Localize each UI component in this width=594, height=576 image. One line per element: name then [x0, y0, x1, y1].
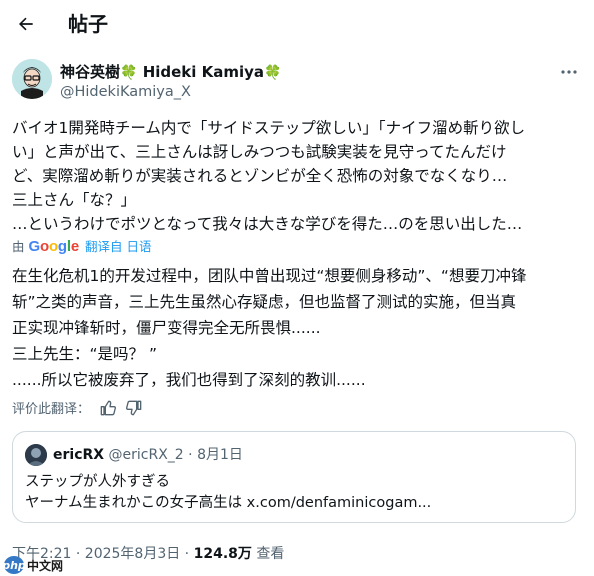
- thumbs-up-icon: [100, 400, 117, 415]
- page-title: 帖子: [68, 12, 108, 36]
- author-handle[interactable]: @HidekiKamiya_X: [60, 82, 191, 102]
- view-count: 124.8万: [193, 546, 252, 562]
- tweet-line: 正实现冲锋斩时，僵尸变得完全无所畏惧......: [12, 319, 321, 337]
- quote-text: ステップが人外すぎる ヤーナム生まれかこの女子高生は x.com/denfami…: [25, 472, 431, 514]
- author-name-ja: 神谷英樹: [60, 63, 121, 81]
- author-name[interactable]: 神谷英樹🍀 Hideki Kamiya🍀: [60, 62, 282, 83]
- quote-author-name: ericRX: [53, 447, 105, 463]
- quote-line: ヤーナム生まれかこの女子高生は x.com/denfaminicogam...: [25, 495, 432, 511]
- rate-translation-label: 评价此翻译：: [12, 402, 91, 417]
- author-avatar[interactable]: [12, 59, 52, 99]
- google-logo: Google: [28, 238, 80, 255]
- tweet-line: 三上先生：“是吗？ ”: [12, 345, 157, 363]
- more-options-button[interactable]: [558, 64, 580, 80]
- tweet-line: …というわけでポツとなって我々は大きな学びを得た…のを思い出した…: [12, 215, 523, 233]
- quote-header: ericRX @ericRX_2 · 8月1日: [53, 445, 243, 465]
- tweet-line: ......所以它被废弃了，我们也得到了深刻的教训......: [12, 371, 366, 389]
- rate-translation: 评价此翻译：: [12, 398, 142, 417]
- tweet-text-original: バイオ1開発時チーム内で「サイドステップ欲しい」「ナイフ溜め斬り欲し い」と声が…: [12, 116, 584, 236]
- thumbs-up-button[interactable]: [100, 400, 117, 416]
- quote-avatar-illustration: [25, 444, 47, 466]
- quote-author-handle: @ericRX_2: [108, 447, 184, 463]
- tweet-line: ど、実際溜め斬りが実装されるとゾンビが全く恐怖の対象でなくなり…: [12, 167, 508, 185]
- thumbs-down-icon: [126, 400, 142, 415]
- clover-icon: 🍀: [120, 65, 138, 81]
- back-button[interactable]: [12, 10, 40, 38]
- views-label: 查看: [256, 546, 285, 562]
- clover-icon: 🍀: [264, 65, 282, 81]
- tweet-line: 斩”之类的声音，三上先生虽然心存疑虑，但也监督了测试的实施，但当真: [12, 293, 517, 311]
- more-icon: [561, 70, 577, 74]
- tweet-line: 在生化危机1的开发过程中，团队中曾出现过“想要侧身移动”、“想要刀冲锋: [12, 267, 527, 285]
- arrow-left-icon: [19, 17, 33, 31]
- php-logo: php: [2, 556, 26, 574]
- translated-from-link[interactable]: 翻译自 日语: [85, 239, 151, 255]
- quote-date: 8月1日: [197, 447, 243, 463]
- tweet-line: 三上さん「な？」: [12, 191, 137, 209]
- translated-by-label: 由: [12, 239, 25, 254]
- quote-line: ステップが人外すぎる: [25, 474, 170, 490]
- quote-author-avatar: [25, 444, 47, 466]
- watermark-text: 中文网: [27, 558, 64, 573]
- thumbs-down-button[interactable]: [126, 400, 142, 416]
- tweet-text-translated: 在生化危机1的开发过程中，团队中曾出现过“想要侧身移动”、“想要刀冲锋 斩”之类…: [12, 263, 584, 393]
- avatar-illustration: [12, 59, 52, 99]
- translation-attribution: 由 Google 翻译自 日语: [12, 239, 152, 255]
- watermark: php 中文网: [2, 556, 64, 574]
- tweet-line: い」と声が出て、三上さんは訝しみつつも試験実装を見守ってたんだけ: [12, 143, 507, 161]
- tweet-line: バイオ1開発時チーム内で「サイドステップ欲しい」「ナイフ溜め斬り欲し: [12, 119, 526, 137]
- quote-separator: ·: [188, 447, 193, 463]
- top-bar: 帖子: [0, 0, 594, 48]
- author-name-en: Hideki Kamiya: [142, 63, 265, 81]
- quoted-tweet[interactable]: ericRX @ericRX_2 · 8月1日 ステップが人外すぎる ヤーナム生…: [12, 431, 576, 523]
